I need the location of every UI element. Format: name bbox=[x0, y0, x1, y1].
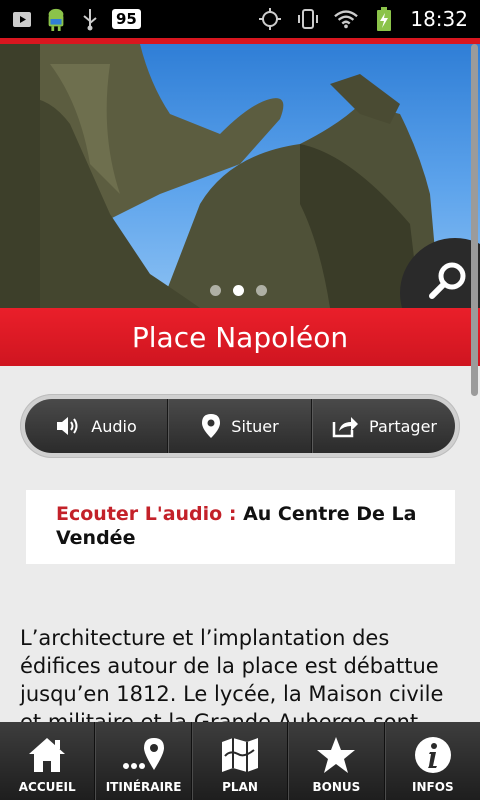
battery-charging-icon bbox=[372, 7, 396, 31]
nav-item-plan[interactable]: PLAN bbox=[191, 722, 289, 800]
nav-item-bonus[interactable]: BONUS bbox=[288, 722, 385, 800]
carousel-dots bbox=[210, 285, 267, 296]
nav-label-itineraire: ITINÉRAIRE bbox=[105, 780, 182, 794]
hero-image-carousel[interactable] bbox=[0, 44, 480, 308]
place-title-bar: Place Napoléon bbox=[0, 308, 480, 366]
bottom-navigation: ACCUEIL ITINÉRAIRE PLAN BONUS INFOS bbox=[0, 722, 480, 800]
carousel-dot-active[interactable] bbox=[233, 285, 244, 296]
screenshot-icon bbox=[10, 7, 34, 31]
nav-label-bonus: BONUS bbox=[312, 780, 361, 794]
vibrate-icon bbox=[296, 7, 320, 31]
nav-label-infos: INFOS bbox=[412, 780, 454, 794]
map-icon bbox=[222, 738, 259, 772]
usb-icon bbox=[78, 7, 102, 31]
page-title: Place Napoléon bbox=[131, 320, 349, 354]
place-description: L’architecture et l’implantation des édi… bbox=[20, 626, 444, 734]
carousel-dot[interactable] bbox=[210, 285, 221, 296]
locate-button[interactable]: Situer bbox=[168, 399, 312, 453]
star-icon bbox=[317, 737, 356, 773]
nav-item-accueil[interactable]: ACCUEIL bbox=[0, 722, 96, 800]
action-bar-frame: Audio Situer Partager bbox=[20, 394, 460, 458]
audio-button-label: Audio bbox=[91, 416, 137, 436]
speaker-icon bbox=[57, 417, 78, 435]
search-icon bbox=[429, 262, 466, 299]
gps-icon bbox=[258, 7, 282, 31]
status-bar: 95 18:32 bbox=[0, 0, 480, 38]
location-pin-icon bbox=[202, 414, 221, 438]
nav-label-plan: PLAN bbox=[222, 780, 258, 794]
home-icon bbox=[29, 738, 66, 772]
route-icon bbox=[122, 738, 164, 770]
carousel-dot[interactable] bbox=[256, 285, 267, 296]
share-button[interactable]: Partager bbox=[312, 399, 455, 453]
share-icon bbox=[332, 417, 359, 438]
action-bar: Audio Situer Partager bbox=[25, 399, 455, 453]
android-icon bbox=[44, 7, 68, 31]
status-time: 18:32 bbox=[410, 7, 468, 31]
nav-label-accueil: ACCUEIL bbox=[18, 780, 76, 794]
battery-level-badge: 95 bbox=[112, 9, 141, 29]
share-button-label: Partager bbox=[369, 416, 437, 436]
wifi-icon bbox=[334, 7, 359, 31]
nav-item-infos[interactable]: INFOS bbox=[384, 722, 480, 800]
audio-track-card[interactable]: Ecouter L'audio : Au Centre De La Vendée bbox=[26, 490, 455, 564]
nav-item-itineraire[interactable]: ITINÉRAIRE bbox=[95, 722, 192, 800]
scrollbar[interactable] bbox=[471, 44, 478, 396]
audio-label: Ecouter L'audio : bbox=[56, 503, 237, 525]
locate-button-label: Situer bbox=[231, 416, 279, 436]
info-icon bbox=[414, 737, 451, 773]
audio-button[interactable]: Audio bbox=[25, 399, 168, 453]
